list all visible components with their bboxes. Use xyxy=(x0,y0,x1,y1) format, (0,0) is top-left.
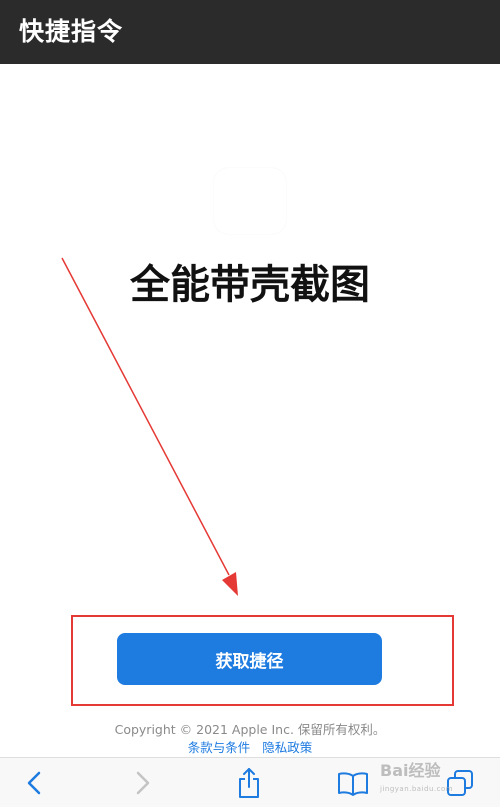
back-icon xyxy=(27,771,41,795)
share-icon xyxy=(239,768,259,798)
watermark-logo: Bai经验 jingyan.baidu.com xyxy=(380,761,454,794)
share-button[interactable] xyxy=(229,764,269,802)
get-shortcut-button[interactable]: 获取捷径 xyxy=(117,633,382,685)
top-bar: 快捷指令 xyxy=(0,0,500,64)
shortcut-app-icon xyxy=(214,168,286,234)
forward-icon xyxy=(136,771,150,795)
bookmarks-button[interactable] xyxy=(333,764,373,802)
bookmarks-icon xyxy=(338,772,368,796)
footer-links: 条款与条件 隐私政策 xyxy=(0,739,500,757)
annotation-arrow-head xyxy=(222,572,238,596)
copyright-text: Copyright © 2021 Apple Inc. 保留所有权利。 xyxy=(114,722,386,737)
privacy-link[interactable]: 隐私政策 xyxy=(262,740,312,755)
forward-button[interactable] xyxy=(123,764,163,802)
screen: 快捷指令 全能带壳截图 获取捷径 Copyright © 2021 Apple … xyxy=(0,0,500,807)
back-button[interactable] xyxy=(14,764,54,802)
terms-link[interactable]: 条款与条件 xyxy=(188,740,251,755)
page-title: 快捷指令 xyxy=(19,17,124,46)
shortcut-name: 全能带壳截图 xyxy=(130,262,370,308)
